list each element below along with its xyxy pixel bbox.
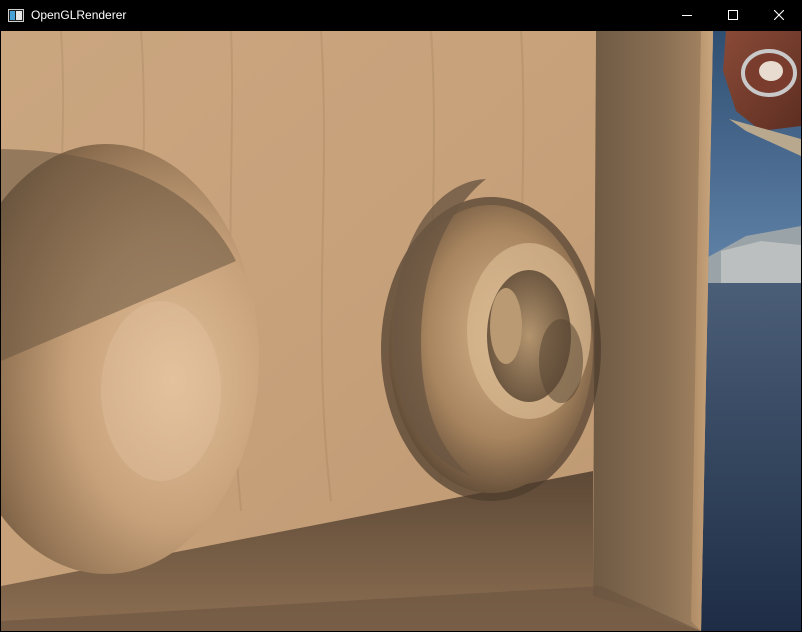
sea-surface: [701, 283, 801, 631]
close-button[interactable]: [756, 0, 802, 31]
render-viewport[interactable]: [1, 31, 801, 631]
close-icon: [773, 7, 785, 25]
minimize-icon: [682, 7, 692, 25]
window-title: OpenGLRenderer: [31, 8, 127, 22]
minimize-button[interactable]: [664, 0, 710, 31]
app-icon: [8, 9, 24, 22]
title-bar[interactable]: OpenGLRenderer: [0, 0, 802, 31]
scene-render: [1, 31, 801, 631]
application-window: OpenGLRenderer: [0, 0, 802, 632]
maximize-button[interactable]: [710, 0, 756, 31]
maximize-icon: [728, 7, 738, 25]
